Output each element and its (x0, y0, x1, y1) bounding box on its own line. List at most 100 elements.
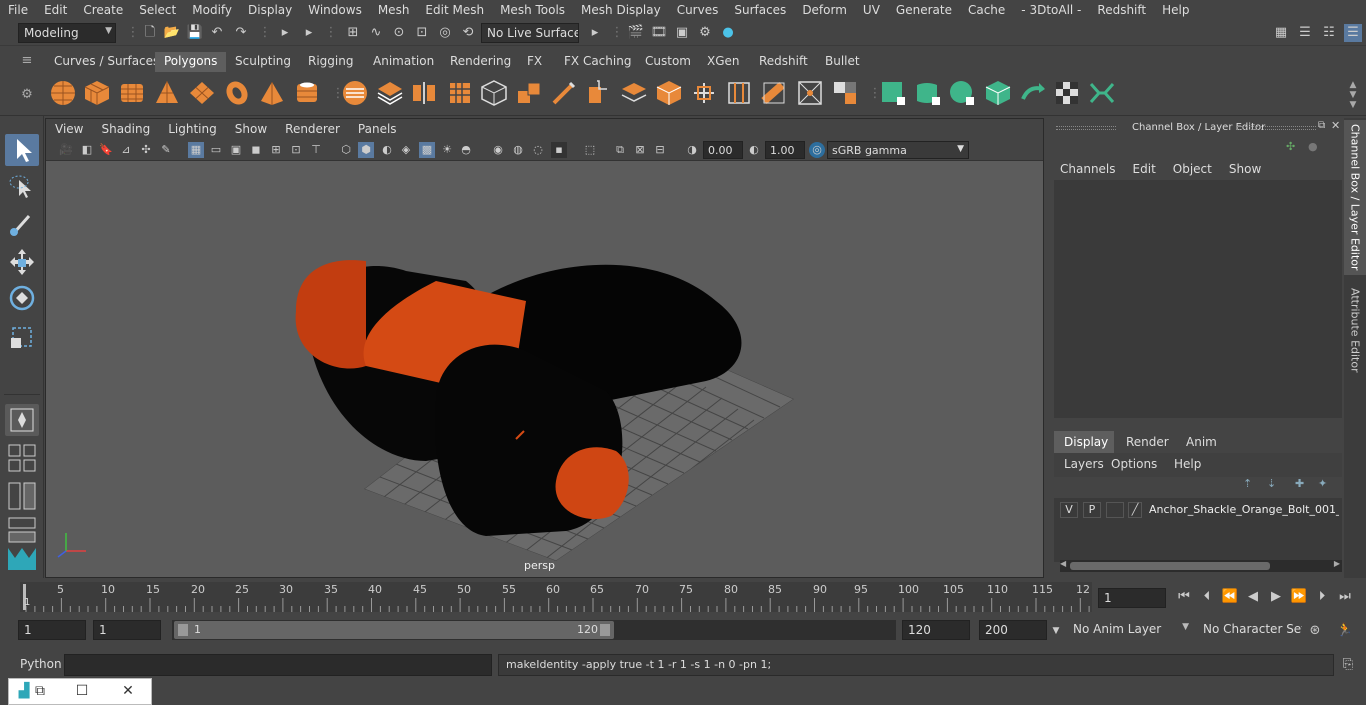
new-layer-selected-icon[interactable]: ✦ (1318, 477, 1327, 490)
field-chart-icon[interactable]: ⊞ (268, 142, 284, 158)
horizontal-scrollbar[interactable]: ◀ ▶ (1060, 559, 1342, 572)
animation-end-field[interactable]: 200 (979, 620, 1047, 640)
xray-icon[interactable]: ⧉ (612, 142, 628, 158)
show-manipulator-icon[interactable] (5, 404, 39, 436)
render-frame-icon[interactable]: 🎬 (627, 24, 645, 42)
menu-windows[interactable]: Windows (300, 3, 370, 17)
menu-select[interactable]: Select (131, 3, 184, 17)
ipr-icon[interactable]: ▣ (673, 24, 691, 42)
character-set-dropdown[interactable]: No Character Set (1198, 620, 1302, 640)
xray-components-icon[interactable]: ⊟ (652, 142, 668, 158)
new-scene-icon[interactable]: 🗋 (141, 24, 159, 42)
menu-redshift[interactable]: Redshift (1089, 3, 1154, 17)
channels-menu[interactable]: Channels (1060, 162, 1116, 176)
toggle-tool-settings-icon[interactable]: ☰ (1344, 24, 1362, 42)
poly-pyramid-icon[interactable] (258, 79, 286, 107)
redo-icon[interactable]: ↷ (232, 24, 250, 42)
edit-menu[interactable]: Edit (1133, 162, 1156, 176)
screen-space-ao-icon[interactable]: ◉ (490, 142, 506, 158)
range-slider-handle[interactable]: 1 120 (174, 621, 614, 639)
target-weld-icon[interactable] (796, 79, 824, 107)
snap-view-icon[interactable]: ⊡ (413, 24, 431, 42)
hypershade-icon[interactable]: ● (719, 24, 737, 42)
menu-mesh[interactable]: Mesh (370, 3, 418, 17)
command-input[interactable] (64, 654, 492, 676)
shelf-menu-icon[interactable]: ≡ (18, 52, 36, 70)
select-camera-icon[interactable]: 🎥 (58, 142, 74, 158)
tab-fx[interactable]: FX (518, 52, 551, 72)
auto-key-icon[interactable]: ⊛ (1306, 622, 1324, 640)
poly-cone-icon[interactable] (153, 79, 181, 107)
resolution-gate-icon[interactable]: ▣ (228, 142, 244, 158)
show-menu[interactable]: Show (1229, 162, 1261, 176)
textured-icon[interactable]: ▩ (419, 142, 435, 158)
help-menu[interactable]: Help (1174, 457, 1201, 471)
paint-select-tool-icon[interactable] (5, 208, 39, 240)
separate-icon[interactable] (376, 79, 404, 107)
drag-handle[interactable] (1056, 126, 1116, 130)
tab-render[interactable]: Render (1126, 435, 1169, 449)
script-editor-icon[interactable]: ⎘ (1339, 656, 1357, 674)
workspace-icon[interactable]: ▦ (1272, 24, 1290, 42)
mode-dropdown[interactable]: Modeling ▼ (18, 23, 116, 43)
side-tab-attribute-editor[interactable]: Attribute Editor (1344, 280, 1366, 380)
go-to-start-icon[interactable]: ⏮ (1175, 588, 1193, 606)
range-end-grip[interactable] (600, 624, 610, 636)
shelf-menu-icon[interactable]: ▼ (1344, 96, 1362, 114)
default-material-icon[interactable]: ◐ (379, 142, 395, 158)
render-settings-icon[interactable]: ⚙ (696, 24, 714, 42)
insert-edge-loop-icon[interactable] (725, 79, 753, 107)
play-backwards-icon[interactable]: ◀ (1244, 588, 1262, 606)
wireframe-icon[interactable]: ⬡ (338, 142, 354, 158)
float-panel-icon[interactable]: ⧉ (1318, 120, 1325, 131)
viewport-menu-view[interactable]: View (46, 122, 92, 136)
selection-mask-icon[interactable]: ▸ (276, 24, 294, 42)
move-layer-up-icon[interactable]: ⇡ (1243, 477, 1252, 490)
menu-edit[interactable]: Edit (36, 3, 75, 17)
shadows-icon[interactable]: ◓ (458, 142, 474, 158)
layer-display-type-toggle[interactable] (1106, 502, 1124, 518)
bevel-icon[interactable] (515, 79, 543, 107)
tab-xgen[interactable]: XGen (698, 52, 749, 72)
move-layer-down-icon[interactable]: ⇣ (1267, 477, 1276, 490)
toggle-channel-box-icon[interactable]: ☰ (1296, 24, 1314, 42)
scrollbar-thumb[interactable] (1070, 562, 1270, 570)
2d-pan-zoom-icon[interactable]: ✣ (138, 142, 154, 158)
menu-deform[interactable]: Deform (794, 3, 855, 17)
snap-surface-icon[interactable]: ◎ (436, 24, 454, 42)
poly-pipe-icon[interactable] (293, 79, 321, 107)
booleans-icon[interactable] (480, 79, 508, 107)
3d-scene[interactable] (46, 161, 1043, 577)
layout-four-view-icon[interactable] (5, 442, 39, 474)
script-language-label[interactable]: Python (20, 657, 62, 671)
tab-curves-surfaces[interactable]: Curves / Surfaces (45, 52, 168, 72)
playback-start-field[interactable]: 1 (93, 620, 161, 640)
append-icon[interactable] (655, 79, 683, 107)
offset-edge-loop-icon[interactable] (760, 79, 788, 107)
film-gate-icon[interactable]: ▭ (208, 142, 224, 158)
scale-tool-icon[interactable] (5, 320, 39, 352)
grid-icon[interactable]: ▦ (188, 142, 204, 158)
toggle-attribute-editor-icon[interactable]: ☷ (1320, 24, 1338, 42)
drag-handle[interactable] (1236, 126, 1316, 130)
tab-animation[interactable]: Animation (364, 52, 443, 72)
poly-sphere-icon[interactable] (49, 79, 77, 107)
lock-camera-icon[interactable]: ◧ (79, 142, 95, 158)
layout-two-view-icon[interactable] (5, 480, 39, 512)
menu-display[interactable]: Display (240, 3, 300, 17)
exposure-icon[interactable]: ◑ (684, 142, 700, 158)
uv-checker-icon[interactable] (1053, 79, 1081, 107)
uv-unfold-icon[interactable] (1019, 79, 1047, 107)
menu-cache[interactable]: Cache (960, 3, 1013, 17)
tab-rigging[interactable]: Rigging (299, 52, 362, 72)
image-plane-icon[interactable]: ⊿ (118, 142, 134, 158)
safe-title-icon[interactable]: ⊤ (308, 142, 324, 158)
options-menu[interactable]: Options (1111, 457, 1157, 471)
save-scene-icon[interactable]: 💾 (186, 24, 204, 42)
tab-custom[interactable]: Custom (636, 52, 700, 72)
menu-create[interactable]: Create (75, 3, 131, 17)
anim-layer-dropdown[interactable]: No Anim Layer ▼ (1068, 620, 1192, 640)
safe-action-icon[interactable]: ⊡ (288, 142, 304, 158)
poly-torus-icon[interactable] (223, 79, 251, 107)
tab-anim[interactable]: Anim (1186, 435, 1217, 449)
